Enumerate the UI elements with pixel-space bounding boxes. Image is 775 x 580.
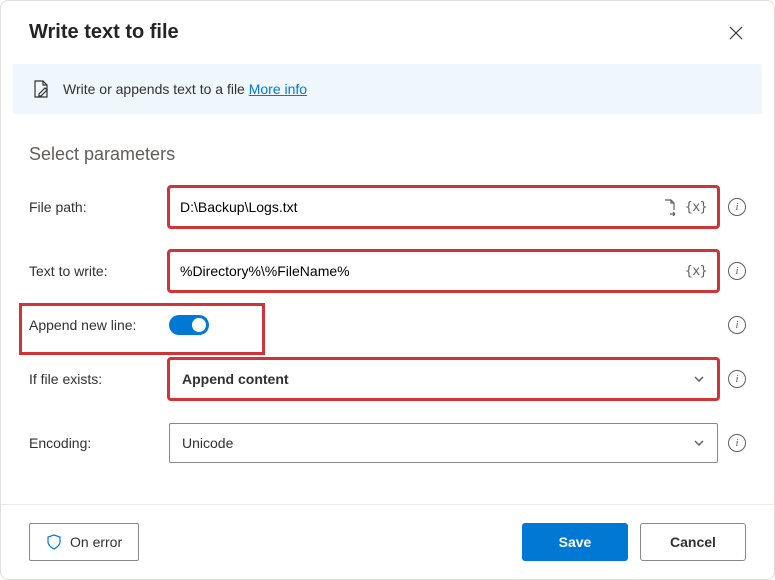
append-new-line-toggle[interactable] (169, 315, 209, 335)
info-icon[interactable]: i (728, 316, 746, 334)
toggle-knob (192, 318, 206, 332)
write-text-to-file-dialog: Write text to file Write or appends text… (0, 0, 775, 580)
save-button[interactable]: Save (522, 523, 628, 561)
select-file-button[interactable] (661, 198, 679, 216)
encoding-value: Unicode (182, 435, 233, 451)
dialog-title: Write text to file (29, 21, 179, 44)
cancel-button[interactable]: Cancel (640, 523, 746, 561)
on-error-button[interactable]: On error (29, 523, 139, 561)
encoding-select[interactable]: Unicode (169, 423, 718, 463)
if-file-exists-value: Append content (182, 371, 289, 387)
row-text-to-write: Text to write: {x} i (29, 251, 746, 291)
row-if-file-exists: If file exists: Append content i (29, 359, 746, 399)
row-append-new-line: Append new line: i (29, 315, 746, 335)
if-file-exists-select[interactable]: Append content (169, 359, 718, 399)
text-to-write-input[interactable] (180, 263, 679, 279)
banner-text: Write or appends text to a file More inf… (63, 81, 307, 97)
close-button[interactable] (726, 23, 746, 43)
info-icon[interactable]: i (728, 434, 746, 452)
label-if-file-exists: If file exists: (29, 371, 169, 387)
info-icon[interactable]: i (728, 262, 746, 280)
row-encoding: Encoding: Unicode i (29, 423, 746, 463)
file-arrow-icon (661, 198, 679, 216)
label-append-new-line: Append new line: (29, 317, 169, 333)
more-info-link[interactable]: More info (249, 81, 307, 97)
file-path-input-wrap: {x} (169, 187, 718, 227)
label-encoding: Encoding: (29, 435, 169, 451)
section-title: Select parameters (29, 144, 746, 165)
info-icon[interactable]: i (728, 198, 746, 216)
insert-variable-button[interactable]: {x} (685, 264, 707, 279)
text-to-write-input-wrap: {x} (169, 251, 718, 291)
info-banner: Write or appends text to a file More inf… (13, 64, 762, 114)
close-icon (729, 26, 743, 40)
info-icon[interactable]: i (728, 370, 746, 388)
label-text-to-write: Text to write: (29, 263, 169, 279)
row-file-path: File path: {x} i (29, 187, 746, 227)
chevron-down-icon (693, 437, 705, 449)
chevron-down-icon (693, 373, 705, 385)
shield-icon (46, 534, 62, 550)
dialog-header: Write text to file (1, 1, 774, 58)
insert-variable-button[interactable]: {x} (685, 200, 707, 215)
dialog-content: Select parameters File path: {x} i (1, 114, 774, 504)
label-file-path: File path: (29, 199, 169, 215)
file-path-input[interactable] (180, 199, 655, 215)
on-error-label: On error (70, 534, 122, 550)
write-file-icon (31, 79, 51, 99)
dialog-footer: On error Save Cancel (1, 504, 774, 579)
